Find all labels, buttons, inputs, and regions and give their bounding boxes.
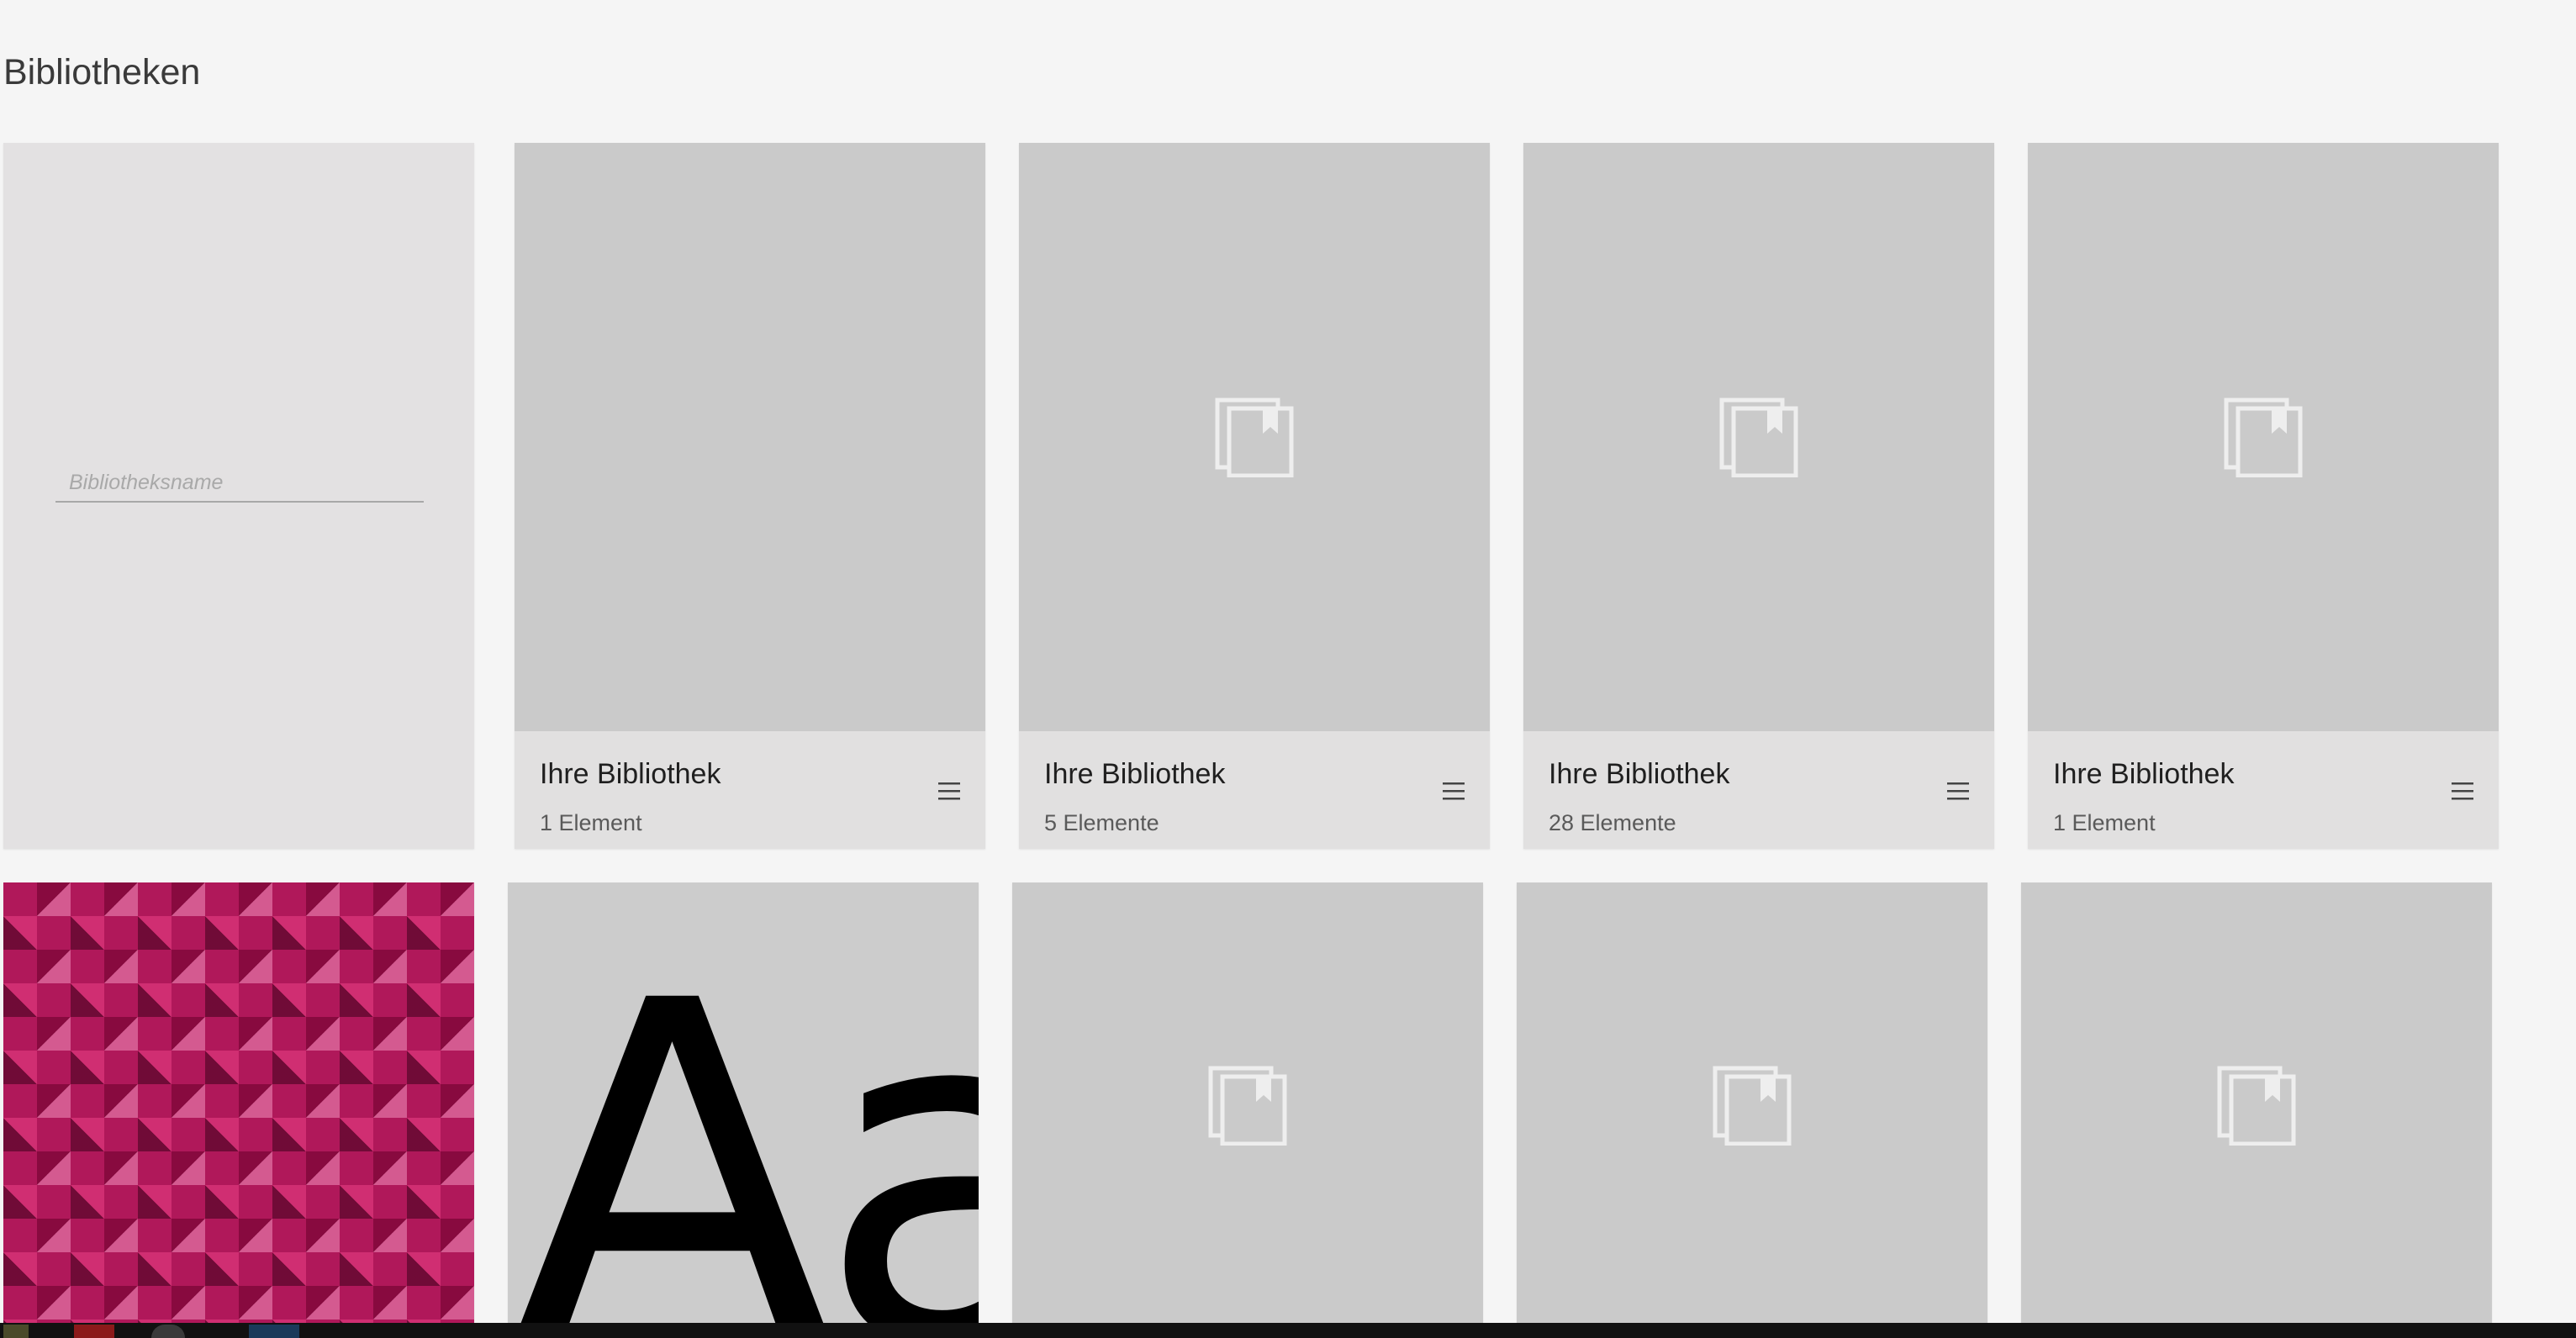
menu-icon [1443,782,1465,800]
library-icon [1215,398,1294,477]
font-thumbnail[interactable]: Aa [508,882,979,1328]
libraries-page: Bibliotheken Ihre Bibliothek 1 Element I… [0,0,2576,1338]
library-card[interactable]: Ihre Bibliothek 28 Elemente [1523,143,1994,849]
library-card[interactable] [2021,882,2492,1328]
library-card[interactable] [3,882,474,1328]
library-card[interactable]: Ihre Bibliothek 1 Element [515,143,985,849]
menu-icon [1947,782,1969,800]
library-name: Ihre Bibliothek [540,758,721,790]
library-menu-button[interactable] [2450,780,2475,803]
library-thumbnail[interactable] [1019,143,1490,731]
library-item-count: 1 Element [540,810,642,835]
library-card[interactable]: Aa [508,882,979,1328]
library-name-input[interactable] [55,464,424,503]
library-card[interactable]: Ihre Bibliothek 1 Element [2028,143,2499,849]
library-card[interactable]: Ihre Bibliothek 5 Elemente [1019,143,1490,849]
library-thumbnail[interactable] [2021,882,2492,1328]
page-title: Bibliotheken [3,52,201,92]
font-preview-glyphs: Aa [511,903,979,1328]
library-thumbnail[interactable] [1523,143,1994,731]
library-item-count: 1 Element [2053,810,2156,835]
library-thumbnail[interactable] [1012,882,1483,1328]
library-name: Ihre Bibliothek [2053,758,2235,790]
library-card[interactable] [1517,882,1987,1328]
library-card-footer: Ihre Bibliothek 28 Elemente [1523,731,1994,849]
library-icon [1713,1066,1792,1146]
pattern-thumbnail[interactable] [3,882,474,1328]
taskbar [0,1323,2576,1338]
library-card-footer: Ihre Bibliothek 1 Element [515,731,985,849]
library-thumbnail[interactable] [1517,882,1987,1328]
library-item-count: 5 Elemente [1044,810,1159,835]
library-menu-button[interactable] [1945,780,1971,803]
library-icon [1719,398,1798,477]
menu-icon [2452,782,2473,800]
library-name: Ihre Bibliothek [1549,758,1730,790]
library-menu-button[interactable] [937,780,962,803]
library-card-footer: Ihre Bibliothek 5 Elemente [1019,731,1490,849]
taskbar-app-chrome-icon[interactable] [151,1325,185,1338]
taskbar-start-icon[interactable] [3,1325,29,1338]
library-icon [2217,1066,2296,1146]
library-icon [1208,1066,1287,1146]
taskbar-app-pdf-icon[interactable] [74,1325,114,1338]
library-card[interactable] [1012,882,1483,1328]
library-menu-button[interactable] [1441,780,1466,803]
library-thumbnail[interactable] [2028,143,2499,731]
library-thumbnail[interactable] [515,143,985,731]
library-card-footer: Ihre Bibliothek 1 Element [2028,731,2499,849]
taskbar-app-explorer-icon[interactable] [249,1325,299,1338]
new-library-card [3,143,474,849]
library-name: Ihre Bibliothek [1044,758,1226,790]
library-item-count: 28 Elemente [1549,810,1676,835]
library-icon [2224,398,2303,477]
menu-icon [938,782,960,800]
